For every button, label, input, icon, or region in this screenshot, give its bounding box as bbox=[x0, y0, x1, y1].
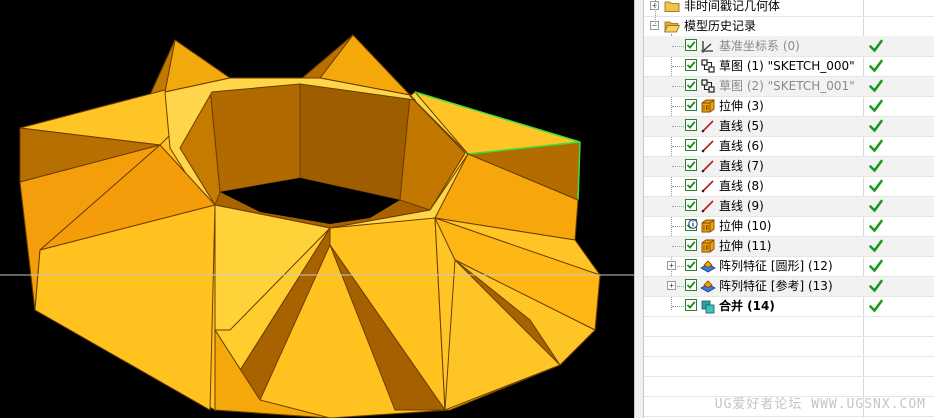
visibility-checkbox[interactable] bbox=[685, 99, 697, 111]
status-ok-icon bbox=[869, 178, 883, 193]
status-ok-icon bbox=[869, 258, 883, 273]
tree-row-feature[interactable]: 草图 (2) "SKETCH_001" bbox=[644, 76, 934, 96]
status-ok-icon bbox=[869, 118, 883, 133]
visibility-checkbox[interactable] bbox=[685, 239, 697, 251]
status-ok-icon bbox=[869, 38, 883, 53]
tree-row-feature[interactable]: 直线 (7) bbox=[644, 156, 934, 176]
visibility-checkbox[interactable] bbox=[685, 279, 697, 291]
tree-group-label: 模型历史记录 bbox=[684, 19, 757, 33]
folder-icon bbox=[664, 0, 680, 14]
feature-label: 合并 (14) bbox=[719, 299, 775, 313]
line-icon bbox=[700, 158, 716, 174]
feature-label: 草图 (2) "SKETCH_001" bbox=[719, 79, 855, 93]
tree-row-feature[interactable]: 草图 (1) "SKETCH_000" bbox=[644, 56, 934, 76]
feature-label: 拉伸 (10) bbox=[719, 219, 772, 233]
line-icon bbox=[700, 178, 716, 194]
datum-csys-icon bbox=[700, 38, 716, 54]
visibility-checkbox[interactable] bbox=[685, 39, 697, 51]
unite-icon bbox=[700, 298, 716, 314]
tree-row-feature[interactable]: 合并 (14) bbox=[644, 296, 934, 316]
feature-label: 直线 (9) bbox=[719, 199, 764, 213]
status-ok-icon bbox=[869, 218, 883, 233]
tree-row-feature[interactable]: + 阵列特征 [参考] (13) bbox=[644, 276, 934, 296]
visibility-checkbox[interactable] bbox=[685, 299, 697, 311]
visibility-checkbox[interactable] bbox=[685, 139, 697, 151]
visibility-checkbox[interactable] bbox=[685, 179, 697, 191]
visibility-checkbox[interactable] bbox=[685, 199, 697, 211]
feature-label: 拉伸 (3) bbox=[719, 99, 764, 113]
tree-row-feature[interactable]: 直线 (8) bbox=[644, 176, 934, 196]
part-navigator: + 非时间戳记几何体 − 模型历史记录 基准坐标系 (0) 草图 (1) "SKE… bbox=[644, 0, 934, 418]
feature-label: 直线 (7) bbox=[719, 159, 764, 173]
status-ok-icon bbox=[869, 78, 883, 93]
status-ok-icon bbox=[869, 98, 883, 113]
tree-row-feature[interactable]: + 阵列特征 [圆形] (12) bbox=[644, 256, 934, 276]
expand-plus-icon[interactable]: + bbox=[667, 261, 676, 270]
line-icon bbox=[700, 118, 716, 134]
pattern-icon bbox=[700, 278, 716, 294]
sketch-icon bbox=[700, 58, 716, 74]
pane-splitter[interactable] bbox=[634, 0, 644, 418]
tree-group-label: 非时间戳记几何体 bbox=[684, 0, 781, 13]
feature-label: 直线 (8) bbox=[719, 179, 764, 193]
pattern-icon bbox=[700, 258, 716, 274]
gear-ring-model[interactable] bbox=[0, 0, 634, 418]
tree-row-feature[interactable]: 直线 (6) bbox=[644, 136, 934, 156]
graphics-viewport[interactable] bbox=[0, 0, 634, 418]
visibility-checkbox[interactable] bbox=[685, 119, 697, 131]
visibility-checkbox[interactable] bbox=[685, 259, 697, 271]
extrude-icon bbox=[700, 238, 716, 254]
feature-label: 拉伸 (11) bbox=[719, 239, 772, 253]
status-ok-icon bbox=[869, 158, 883, 173]
status-ok-icon bbox=[869, 278, 883, 293]
extrude-icon bbox=[700, 218, 716, 234]
tree-row-feature[interactable]: 拉伸 (11) bbox=[644, 236, 934, 256]
feature-label: 阵列特征 [参考] (13) bbox=[719, 279, 833, 293]
tree-row-feature[interactable]: 直线 (5) bbox=[644, 116, 934, 136]
feature-label: 草图 (1) "SKETCH_000" bbox=[719, 59, 855, 73]
tree-row-feature[interactable]: 拉伸 (3) bbox=[644, 96, 934, 116]
extrude-icon bbox=[700, 98, 716, 114]
feature-label: 直线 (6) bbox=[719, 139, 764, 153]
feature-label: 基准坐标系 (0) bbox=[719, 39, 800, 53]
status-ok-icon bbox=[869, 58, 883, 73]
tree-group-model-history[interactable]: − 模型历史记录 bbox=[644, 16, 934, 36]
line-icon bbox=[700, 138, 716, 154]
expand-plus-icon[interactable]: + bbox=[667, 281, 676, 290]
line-icon bbox=[700, 198, 716, 214]
status-ok-icon bbox=[869, 238, 883, 253]
feature-label: 直线 (5) bbox=[719, 119, 764, 133]
feature-label: 阵列特征 [圆形] (12) bbox=[719, 259, 833, 273]
status-ok-icon bbox=[869, 298, 883, 313]
visibility-checkbox[interactable] bbox=[685, 159, 697, 171]
visibility-checkbox[interactable] bbox=[685, 59, 697, 71]
sketch-icon bbox=[700, 78, 716, 94]
visibility-checkbox[interactable] bbox=[685, 79, 697, 91]
status-ok-icon bbox=[869, 138, 883, 153]
tree-row-feature[interactable]: 直线 (9) bbox=[644, 196, 934, 216]
status-ok-icon bbox=[869, 198, 883, 213]
tree-group-non-timestamp[interactable]: + 非时间戳记几何体 bbox=[644, 0, 934, 16]
tree-row-feature[interactable]: 基准坐标系 (0) bbox=[644, 36, 934, 56]
tree-row-feature[interactable]: 拉伸 (10) bbox=[644, 216, 934, 236]
open-folder-icon bbox=[663, 18, 681, 34]
